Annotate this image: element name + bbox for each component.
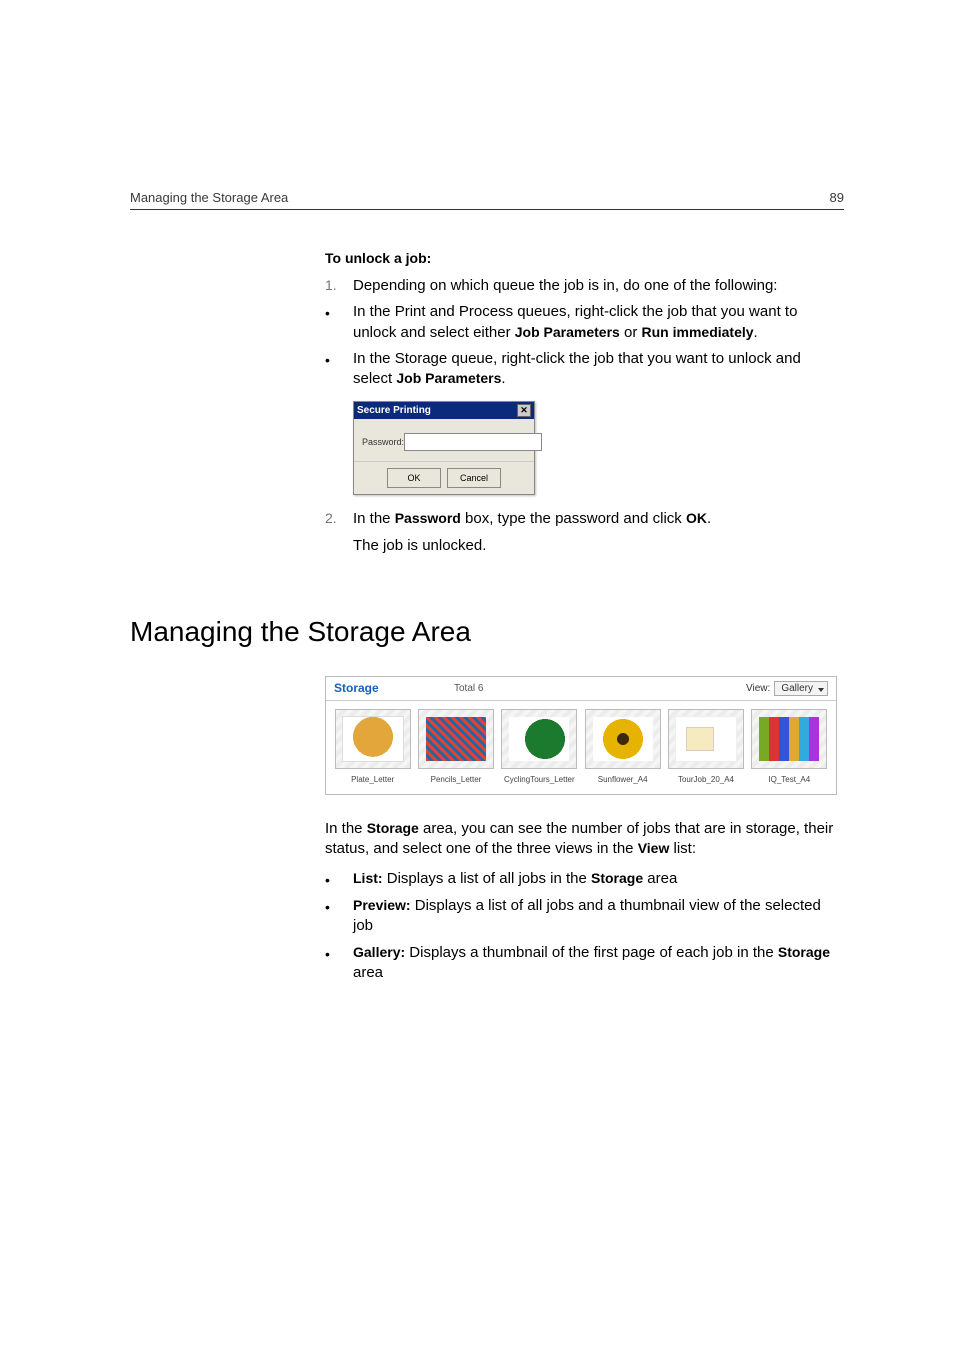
thumbnail-image: [759, 717, 819, 761]
thumbnail-label: IQ_Test_A4: [751, 775, 828, 784]
thumbnail-label: Sunflower_A4: [584, 775, 661, 784]
thumbnail-image: [593, 717, 653, 761]
storage-total: Total 6: [454, 683, 483, 694]
password-input[interactable]: [404, 433, 542, 451]
bullet-icon: •: [325, 349, 353, 390]
thumbnail-image: [509, 717, 569, 761]
storage-description: In the Storage area, you can see the num…: [325, 819, 844, 860]
ok-button[interactable]: OK: [387, 468, 441, 488]
bullet-1: In the Print and Process queues, right-c…: [353, 302, 844, 343]
thumbnail-label: Pencils_Letter: [417, 775, 494, 784]
unlock-heading: To unlock a job:: [325, 250, 844, 266]
thumbnail-item[interactable]: Pencils_Letter: [417, 709, 494, 784]
cancel-button[interactable]: Cancel: [447, 468, 501, 488]
thumbnail-image: [342, 716, 404, 762]
thumbnail-item[interactable]: CyclingTours_Letter: [501, 709, 578, 784]
header-left: Managing the Storage Area: [130, 190, 288, 205]
page-number: 89: [830, 190, 844, 205]
bullet-icon: •: [325, 869, 353, 890]
storage-title: Storage: [334, 681, 454, 695]
storage-gallery-figure: Storage Total 6 View: Gallery Plate_Lett…: [325, 676, 837, 795]
thumbnail-label: Plate_Letter: [334, 775, 411, 784]
view-option-preview: Preview: Displays a list of all jobs and…: [353, 896, 844, 937]
thumbnail-item[interactable]: TourJob_20_A4: [667, 709, 744, 784]
bullet-icon: •: [325, 302, 353, 343]
thumbnail-item[interactable]: Plate_Letter: [334, 709, 411, 784]
step-1-text: Depending on which queue the job is in, …: [353, 276, 844, 296]
step-number-2: 2.: [325, 509, 353, 556]
thumbnail-item[interactable]: IQ_Test_A4: [751, 709, 828, 784]
password-label: Password:: [362, 437, 404, 447]
thumbnail-image: [675, 716, 737, 762]
step-2-text: In the Password box, type the password a…: [353, 509, 844, 556]
chevron-down-icon: [818, 688, 824, 692]
running-header: Managing the Storage Area 89: [130, 190, 844, 210]
view-label: View:: [746, 683, 770, 694]
bullet-icon: •: [325, 943, 353, 984]
step-2-result: The job is unlocked.: [353, 536, 844, 556]
close-icon[interactable]: ✕: [517, 404, 531, 417]
view-option-list: List: Displays a list of all jobs in the…: [353, 869, 844, 890]
thumbnail-image: [426, 717, 486, 761]
thumbnail-label: CyclingTours_Letter: [501, 775, 578, 784]
view-select[interactable]: Gallery: [774, 681, 828, 696]
section-title: Managing the Storage Area: [130, 616, 844, 648]
bullet-2: In the Storage queue, right-click the jo…: [353, 349, 844, 390]
thumbnail-label: TourJob_20_A4: [667, 775, 744, 784]
bullet-icon: •: [325, 896, 353, 937]
secure-printing-dialog: Secure Printing ✕ Password: OK Cancel: [353, 401, 535, 495]
dialog-title: Secure Printing: [357, 405, 431, 416]
view-option-gallery: Gallery: Displays a thumbnail of the fir…: [353, 943, 844, 984]
thumbnail-item[interactable]: Sunflower_A4: [584, 709, 661, 784]
step-number-1: 1.: [325, 276, 353, 296]
